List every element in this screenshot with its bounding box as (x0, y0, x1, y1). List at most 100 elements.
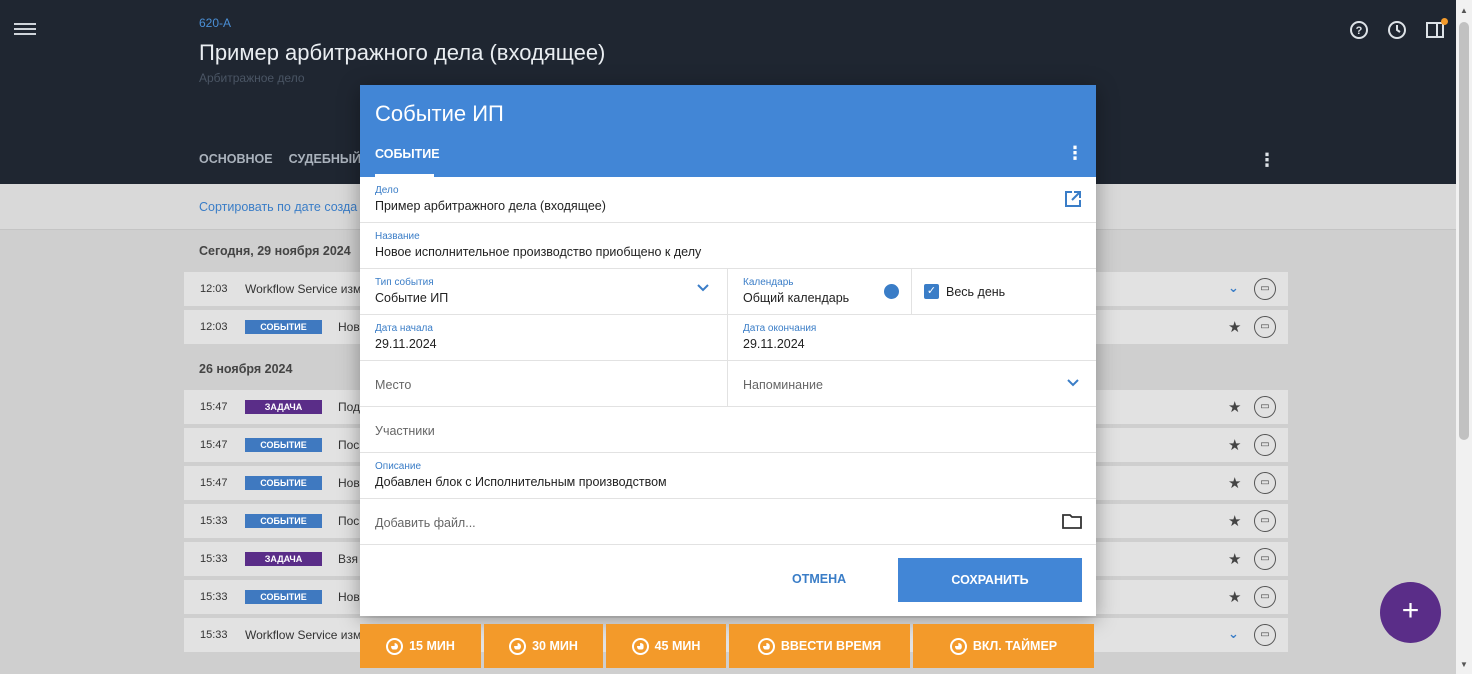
scrollbar[interactable]: ▲ ▼ (1456, 0, 1472, 674)
reminder-placeholder: Напоминание (743, 378, 823, 392)
participants-placeholder: Участники (375, 424, 435, 438)
item-text: Workflow Service изм (245, 282, 362, 296)
dialog-actions: ОТМЕНА СОХРАНИТЬ (360, 545, 1096, 616)
comment-icon[interactable]: ▭ (1254, 278, 1276, 300)
name-field-label: Название (375, 231, 420, 242)
star-icon[interactable]: ★ (1228, 318, 1241, 336)
scroll-up-icon[interactable]: ▲ (1460, 6, 1468, 15)
panel-icon[interactable] (1424, 18, 1448, 42)
tab-main[interactable]: ОСНОВНОЕ (199, 152, 273, 166)
comment-icon[interactable]: ▭ (1254, 510, 1276, 532)
case-field-label: Дело (375, 185, 399, 196)
star-icon[interactable]: ★ (1228, 398, 1241, 416)
chevron-down-icon[interactable] (696, 281, 710, 299)
scroll-thumb[interactable] (1459, 22, 1469, 440)
calendar-label: Календарь (743, 277, 794, 288)
place-input[interactable]: Место (360, 361, 728, 406)
timer-30-button[interactable]: 30 МИН (484, 624, 603, 668)
item-time: 12:03 (200, 321, 228, 333)
comment-icon[interactable]: ▭ (1254, 472, 1276, 494)
open-external-icon[interactable] (1064, 190, 1082, 212)
type-calendar-row: Тип события Событие ИП Календарь Общий к… (360, 269, 1096, 315)
star-icon[interactable]: ★ (1228, 474, 1241, 492)
chevron-down-icon[interactable] (1066, 376, 1080, 394)
item-time: 15:47 (200, 477, 228, 489)
item-text: Пос (338, 514, 360, 528)
case-number[interactable]: 620-А (199, 16, 231, 30)
event-badge: СОБЫТИЕ (245, 514, 322, 528)
end-date-label: Дата окончания (743, 323, 817, 334)
star-icon[interactable]: ★ (1228, 588, 1241, 606)
event-type-value: Событие ИП (375, 291, 449, 305)
timer-15-label: 15 МИН (409, 639, 455, 653)
cancel-button[interactable]: ОТМЕНА (792, 572, 846, 586)
add-button[interactable]: + (1380, 582, 1441, 643)
calendar-color-dot (884, 284, 899, 299)
timer-45-button[interactable]: 45 МИН (606, 624, 726, 668)
description-value: Добавлен блок с Исполнительным производс… (375, 475, 667, 489)
task-badge: ЗАДАЧА (245, 400, 322, 414)
case-field[interactable]: Дело Пример арбитражного дела (входящее) (360, 177, 1096, 223)
place-placeholder: Место (375, 378, 412, 392)
event-type-select[interactable]: Тип события Событие ИП (360, 269, 728, 314)
item-text: Нов (338, 320, 360, 334)
comment-icon[interactable]: ▭ (1254, 396, 1276, 418)
comment-icon[interactable]: ▭ (1254, 434, 1276, 456)
dialog-header: Событие ИП СОБЫТИЕ ⋮ (360, 85, 1096, 177)
name-field-value: Новое исполнительное производство приобщ… (375, 245, 702, 259)
save-button[interactable]: СОХРАНИТЬ (898, 558, 1082, 602)
chevron-down-icon[interactable]: ⌄ (1228, 280, 1239, 296)
menu-icon[interactable] (14, 20, 36, 42)
star-icon[interactable]: ★ (1228, 550, 1241, 568)
item-time: 15:47 (200, 439, 228, 451)
timer-bar: 15 МИН 30 МИН 45 МИН ВВЕСТИ ВРЕМЯ ВКЛ. Т… (360, 624, 1096, 668)
timer-45-label: 45 МИН (654, 639, 701, 653)
kebab-icon[interactable]: ⋮ (1066, 143, 1084, 164)
description-label: Описание (375, 461, 422, 472)
timer-icon (757, 637, 775, 655)
timer-icon (631, 637, 649, 655)
clock-icon[interactable] (1386, 20, 1408, 42)
file-input[interactable]: Добавить файл... (360, 499, 1096, 545)
start-date-field[interactable]: Дата начала 29.11.2024 (360, 315, 728, 360)
comment-icon[interactable]: ▭ (1254, 316, 1276, 338)
chevron-down-icon[interactable]: ⌄ (1228, 626, 1239, 642)
scroll-down-icon[interactable]: ▼ (1460, 660, 1468, 669)
item-text: Workflow Service изм (245, 628, 362, 642)
comment-icon[interactable]: ▭ (1254, 586, 1276, 608)
event-badge: СОБЫТИЕ (245, 320, 322, 334)
event-badge: СОБЫТИЕ (245, 438, 322, 452)
name-field[interactable]: Название Новое исполнительное производст… (360, 223, 1096, 269)
help-icon[interactable]: ? (1348, 20, 1370, 42)
item-time: 15:47 (200, 401, 228, 413)
star-icon[interactable]: ★ (1228, 436, 1241, 454)
calendar-select[interactable]: Календарь Общий календарь (728, 269, 912, 314)
sort-button[interactable]: Сортировать по дате созда (199, 200, 357, 214)
end-date-field[interactable]: Дата окончания 29.11.2024 (728, 315, 1096, 360)
dates-row: Дата начала 29.11.2024 Дата окончания 29… (360, 315, 1096, 361)
tab-event[interactable]: СОБЫТИЕ (375, 147, 440, 161)
task-badge: ЗАДАЧА (245, 552, 322, 566)
enter-time-label: ВВЕСТИ ВРЕМЯ (780, 639, 882, 653)
start-date-value: 29.11.2024 (375, 337, 437, 351)
comment-icon[interactable]: ▭ (1254, 548, 1276, 570)
item-text: Пос (338, 438, 360, 452)
reminder-select[interactable]: Напоминание (728, 361, 1096, 406)
all-day-toggle[interactable]: ✓ Весь день (912, 269, 1096, 314)
item-time: 12:03 (200, 283, 228, 295)
item-time: 15:33 (200, 553, 228, 565)
timer-15-button[interactable]: 15 МИН (360, 624, 481, 668)
participants-input[interactable]: Участники (360, 407, 1096, 453)
timer-icon (386, 637, 404, 655)
comment-icon[interactable]: ▭ (1254, 624, 1276, 646)
event-badge: СОБЫТИЕ (245, 476, 322, 490)
case-type: Арбитражное дело (199, 71, 305, 85)
folder-icon[interactable] (1062, 512, 1082, 534)
checkbox-checked-icon[interactable]: ✓ (924, 284, 939, 299)
kebab-icon[interactable]: ⋮ (1258, 150, 1276, 171)
description-field[interactable]: Описание Добавлен блок с Исполнительным … (360, 453, 1096, 499)
enter-time-button[interactable]: ВВЕСТИ ВРЕМЯ (729, 624, 910, 668)
start-timer-button[interactable]: ВКЛ. ТАЙМЕР (913, 624, 1094, 668)
star-icon[interactable]: ★ (1228, 512, 1241, 530)
start-timer-label: ВКЛ. ТАЙМЕР (972, 639, 1058, 653)
